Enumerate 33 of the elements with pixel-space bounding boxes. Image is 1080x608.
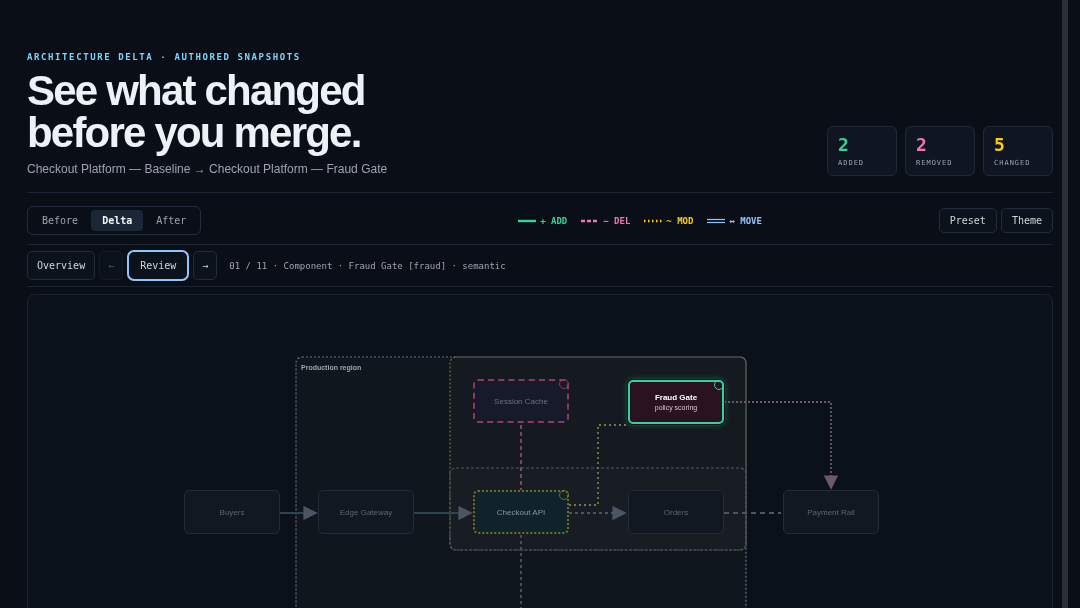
subtitle-text: Checkout Platform — Baseline → Checkout Platform — Fraud Gate — [27, 162, 388, 176]
node-title: Edge Gateway — [339, 507, 393, 517]
connector-arrow — [568, 505, 627, 521]
diagram-node[interactable]: Checkout API — [473, 490, 569, 534]
node-title: Orders — [663, 507, 689, 517]
node-title: Fraud Gate — [654, 393, 698, 402]
diagram-node[interactable]: Session Cache — [473, 379, 569, 423]
view-tab[interactable]: Delta — [91, 210, 144, 231]
node-title: Checkout API — [496, 507, 546, 517]
connector-line — [520, 424, 522, 491]
next-button[interactable]: → — [193, 251, 218, 280]
node-title: Payment Rail — [807, 507, 855, 517]
node-title: Session Cache — [494, 396, 548, 406]
view-tab[interactable]: Before — [31, 210, 90, 231]
eyebrow-text: ARCHITECTURE DELTA · AUTHORED SNAPSHOTS — [27, 51, 302, 64]
stat-value: 2 — [838, 135, 850, 155]
view-tab[interactable]: After — [145, 210, 198, 231]
page-title: See what changed before you merge. — [27, 70, 366, 154]
stat-value: 2 — [916, 135, 928, 155]
mode-button[interactable]: Overview — [27, 251, 96, 280]
legend-label: + ADD — [540, 215, 568, 226]
connector-line — [723, 512, 782, 514]
toolbar-button[interactable]: Theme — [1000, 208, 1053, 233]
toolbar-button[interactable]: Preset — [938, 208, 997, 233]
stat-value: 5 — [994, 135, 1006, 155]
mode-button[interactable]: Review — [127, 250, 190, 281]
legend-label: ↔ MOVE — [729, 215, 762, 226]
legend-label: ~ MOD — [666, 215, 694, 226]
connector-arrow — [412, 505, 473, 521]
node-title: Buyers — [219, 507, 245, 517]
legend-label: − DEL — [603, 215, 631, 226]
position-text: 01 / 11 · Component · Fraud Gate [fraud] · semantic — [229, 260, 506, 271]
scrollbar[interactable] — [1062, 0, 1068, 608]
